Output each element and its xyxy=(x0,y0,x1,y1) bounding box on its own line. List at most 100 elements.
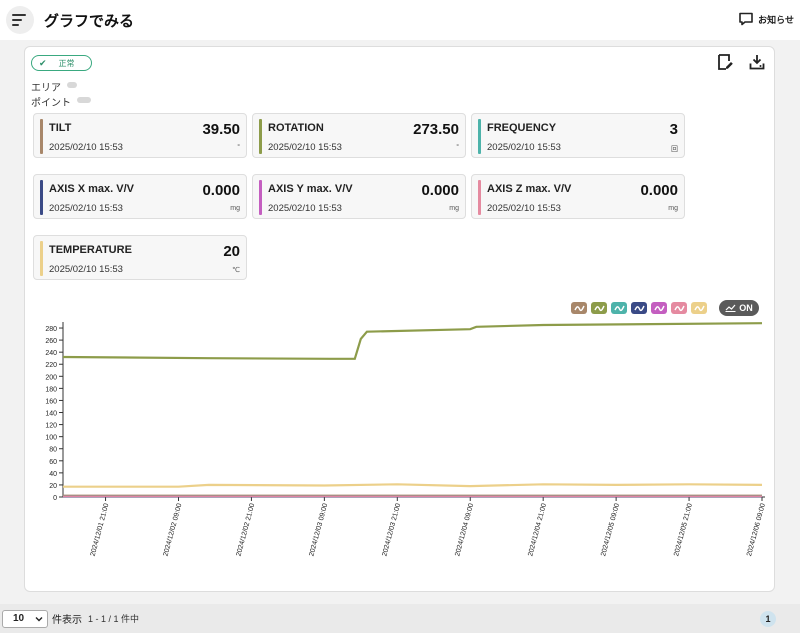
tile-unit: mg xyxy=(230,205,240,212)
y-tick-label: 200 xyxy=(45,374,57,381)
y-tick-label: 80 xyxy=(49,447,57,454)
tile-rotation[interactable]: ROTATION 273.50 2025/02/10 15:53 ° xyxy=(252,113,466,158)
hamburger-menu-icon[interactable] xyxy=(6,6,34,34)
y-tick-label: 120 xyxy=(45,423,57,430)
notice-button[interactable]: お知らせ xyxy=(738,11,794,27)
tile-value: 0.000 xyxy=(640,182,678,199)
tile-value: 20 xyxy=(223,243,240,260)
area-value-redacted xyxy=(67,82,77,88)
tile-color-bar xyxy=(40,241,43,276)
tile-time: 2025/02/10 15:53 xyxy=(49,264,123,275)
legend-toggle-axis-x[interactable] xyxy=(631,302,647,314)
tile-time: 2025/02/10 15:53 xyxy=(268,142,342,153)
legend-toggle-frequency[interactable] xyxy=(611,302,627,314)
tile-axis-x[interactable]: AXIS X max. V/V 0.000 2025/02/10 15:53 m… xyxy=(33,174,247,219)
per-page-label: 件表示 xyxy=(52,615,82,626)
tile-axis-y[interactable]: AXIS Y max. V/V 0.000 2025/02/10 15:53 m… xyxy=(252,174,466,219)
top-bar: グラフでみる お知らせ xyxy=(0,0,800,40)
legend-toggle-axis-y[interactable] xyxy=(651,302,667,314)
tile-color-bar xyxy=(40,180,43,215)
check-icon: ✔ xyxy=(39,57,47,68)
tile-time: 2025/02/10 15:53 xyxy=(268,203,342,214)
point-label: ポイント xyxy=(31,98,71,109)
x-tick-label: 2024/12/02 09:00 xyxy=(163,503,184,558)
chat-bubble-icon xyxy=(739,12,753,26)
tile-value: 0.000 xyxy=(202,182,240,199)
page-button-current[interactable]: 1 xyxy=(760,611,776,627)
tile-frequency[interactable]: FREQUENCY 3 2025/02/10 15:53 回 xyxy=(471,113,685,158)
y-tick-label: 240 xyxy=(45,350,57,357)
tile-color-bar xyxy=(259,180,262,215)
tile-temperature[interactable]: TEMPERATURE 20 2025/02/10 15:53 ℃ xyxy=(33,235,247,280)
point-value-redacted xyxy=(77,97,91,103)
y-tick-label: 40 xyxy=(49,471,57,478)
download-icon[interactable] xyxy=(748,53,766,71)
x-tick-label: 2024/12/05 21:00 xyxy=(673,503,694,558)
per-page-select[interactable]: 10 xyxy=(2,609,48,628)
x-tick-label: 2024/12/01 21:00 xyxy=(90,503,111,558)
y-tick-label: 0 xyxy=(53,495,57,502)
tile-value: 39.50 xyxy=(202,121,240,138)
y-tick-label: 220 xyxy=(45,362,57,369)
tile-color-bar xyxy=(478,119,481,154)
tile-color-bar xyxy=(40,119,43,154)
series-line xyxy=(62,322,763,360)
tile-tilt[interactable]: TILT 39.50 2025/02/10 15:53 ° xyxy=(33,113,247,158)
y-tick-label: 160 xyxy=(45,398,57,405)
tile-time: 2025/02/10 15:53 xyxy=(487,142,561,153)
tile-time: 2025/02/10 15:53 xyxy=(49,203,123,214)
legend-toggle-tilt[interactable] xyxy=(571,302,587,314)
tile-value: 273.50 xyxy=(413,121,459,138)
tile-name: FREQUENCY xyxy=(487,122,557,134)
chevron-down-icon xyxy=(35,616,43,621)
page-title: グラフでみる xyxy=(44,12,135,30)
legend-toggle-temperature[interactable] xyxy=(691,302,707,314)
tile-unit: ℃ xyxy=(232,267,240,274)
x-tick-label: 2024/12/05 09:00 xyxy=(600,503,621,558)
tile-name: TILT xyxy=(49,122,72,134)
point-row: ポイント xyxy=(31,94,91,109)
notice-label: お知らせ xyxy=(758,14,794,25)
status-label: 正常 xyxy=(58,58,75,68)
result-range: 1 - 1 / 1 件中 xyxy=(88,614,140,624)
tile-name: TEMPERATURE xyxy=(49,244,132,256)
tile-unit: ° xyxy=(237,144,240,151)
tile-time: 2025/02/10 15:53 xyxy=(49,142,123,153)
y-tick-label: 280 xyxy=(45,326,57,333)
tile-name: AXIS Z max. V/V xyxy=(487,183,572,195)
tile-name: ROTATION xyxy=(268,122,324,134)
tile-color-bar xyxy=(259,119,262,154)
tile-unit: mg xyxy=(668,205,678,212)
tile-name: AXIS Y max. V/V xyxy=(268,183,353,195)
x-tick-label: 2024/12/06 09:00 xyxy=(746,503,767,558)
y-tick-label: 20 xyxy=(49,483,57,490)
x-tick-label: 2024/12/02 21:00 xyxy=(235,503,256,558)
tile-time: 2025/02/10 15:53 xyxy=(487,203,561,214)
y-tick-label: 140 xyxy=(45,411,57,418)
x-tick-label: 2024/12/04 21:00 xyxy=(527,503,548,558)
y-tick-label: 100 xyxy=(45,435,57,442)
tile-name: AXIS X max. V/V xyxy=(49,183,134,195)
tile-value: 3 xyxy=(669,121,678,138)
x-tick-label: 2024/12/04 09:00 xyxy=(454,503,475,558)
sensor-card: ✔ 正常 エリア ポイント TILT 39.50 2025/02/10 15:5… xyxy=(24,46,775,592)
series-line xyxy=(63,483,763,488)
x-tick-label: 2024/12/03 09:00 xyxy=(308,503,329,558)
y-tick-label: 60 xyxy=(49,459,57,466)
area-row: エリア xyxy=(31,79,77,94)
edit-note-icon[interactable] xyxy=(716,53,734,71)
tile-unit: ° xyxy=(456,144,459,151)
tile-unit: 回 xyxy=(671,146,678,153)
tile-axis-z[interactable]: AXIS Z max. V/V 0.000 2025/02/10 15:53 m… xyxy=(471,174,685,219)
tile-unit: mg xyxy=(449,205,459,212)
chart-on-label: ON xyxy=(739,303,753,313)
series-legend: ON xyxy=(571,300,759,316)
x-tick-label: 2024/12/03 21:00 xyxy=(381,503,402,558)
chart-on-toggle[interactable]: ON xyxy=(719,300,759,316)
legend-toggle-axis-z[interactable] xyxy=(671,302,687,314)
pagination-bar: 10 件表示 1 - 1 / 1 件中 1 xyxy=(0,604,800,633)
tile-value: 0.000 xyxy=(421,182,459,199)
tile-color-bar xyxy=(478,180,481,215)
status-badge: ✔ 正常 xyxy=(31,55,92,71)
legend-toggle-rotation[interactable] xyxy=(591,302,607,314)
